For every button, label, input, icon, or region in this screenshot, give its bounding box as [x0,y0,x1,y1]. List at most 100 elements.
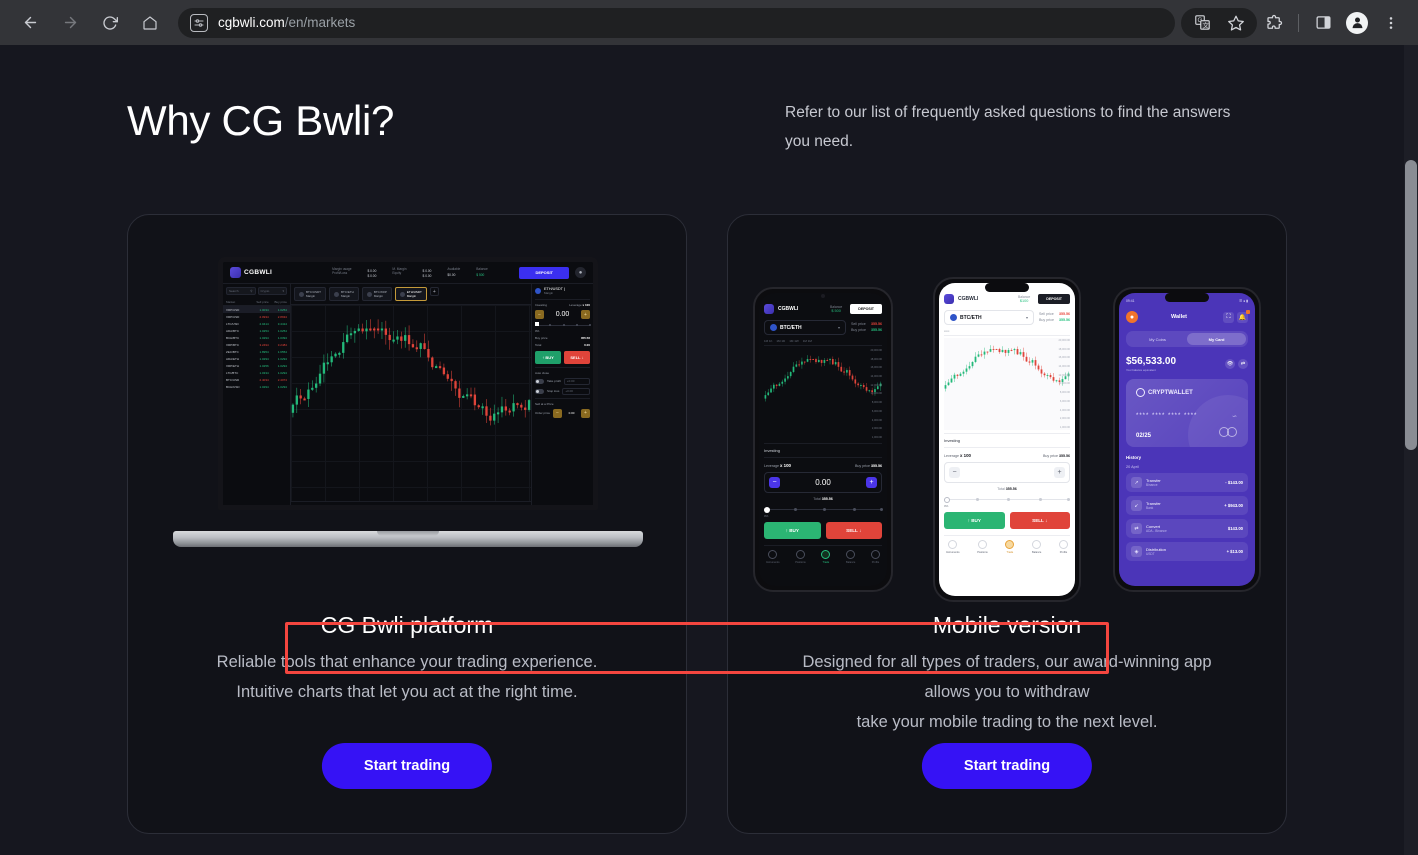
address-bar[interactable]: cgbwli.com/en/markets [178,7,1175,38]
mobile-amount-slider[interactable] [944,496,1071,504]
stop-loss-input[interactable]: +0.00 [562,387,590,395]
increment-button[interactable]: + [581,310,590,319]
profile-avatar-icon[interactable] [1342,8,1372,38]
nav-item-balance[interactable]: Balance [846,550,855,564]
add-instrument-button[interactable]: + [429,287,439,296]
sell-button[interactable]: SELL ↓ [1009,512,1070,529]
sell-button[interactable]: SELL ↓ [825,522,882,539]
wallet-tabs[interactable]: My Coins My Card [1126,331,1248,347]
stop-loss-row[interactable]: Stop loss +0.00 [535,387,590,395]
market-row[interactable]: XRP/BTC 3.2494 3.2484 [223,341,290,348]
nav-item-instruments[interactable]: Instruments [766,550,780,564]
increment-button[interactable]: + [1054,467,1065,478]
nav-item-positions[interactable]: Positions [977,540,988,554]
mobile-timeframes[interactable]: ▪▪▪▪▪ [944,329,1070,336]
platform-account-icon[interactable]: ● [575,267,586,278]
order-price-decrement[interactable]: − [553,408,563,418]
instrument-tab[interactable]: BTC/USDT Margin [294,287,326,301]
transaction-row[interactable]: ↙ Transfer Bank + $943.00 [1126,496,1248,515]
market-row[interactable]: BTC/USD 2.4034 2.4074 [223,376,290,383]
take-profit-row[interactable]: Take profit +0.00 [535,377,590,385]
slider-knob[interactable] [944,496,950,503]
side-panel-icon[interactable] [1308,8,1338,38]
market-row[interactable]: BCH/USD 1.0294 1.0294 [223,383,290,390]
mobile-bottom-nav[interactable]: Instruments Positions Trade Balance Profile [764,545,882,564]
decrement-button[interactable]: − [769,477,780,488]
decrement-button[interactable]: − [535,310,544,319]
transaction-row[interactable]: ↗ Transfer Binance - $143.00 [1126,473,1248,492]
nav-item-trade[interactable]: Trade [1005,540,1015,554]
market-row[interactable]: BCH/BTC 1.0294 1.0394 [223,334,290,341]
bookmark-star-icon[interactable] [1221,8,1251,38]
scrollbar-thumb[interactable] [1405,160,1417,450]
sell-button[interactable]: SELL ↓ [564,350,590,364]
platform-deposit-button[interactable]: DEPOSIT [519,266,569,279]
market-filter-select[interactable]: Crypto ▾ [257,287,287,295]
instrument-tab[interactable]: BTC/ETH Margin [329,287,359,301]
site-settings-icon[interactable] [190,13,208,32]
mobile-amount-slider[interactable] [764,506,883,514]
nav-item-profile[interactable]: Profile [870,550,880,564]
amount-stepper[interactable]: − 0.00 + [535,310,590,319]
translate-icon[interactable]: G文 [1187,8,1217,38]
start-trading-button-mobile[interactable]: Start trading [921,743,1093,789]
forward-arrow-icon[interactable] [55,8,85,38]
market-row[interactable]: ADA/ETH 1.0294 1.0294 [223,355,290,362]
amount-slider[interactable] [535,322,591,328]
mobile-amount-stepper[interactable]: − 0.00 + [764,472,882,493]
scan-icon[interactable]: ⛶ [1223,311,1234,323]
mobile-pair-select[interactable]: BTC/ETH ▾ [764,320,847,335]
mobile-deposit-button[interactable]: DEPOSIT [850,304,882,314]
tab-pending-orders[interactable]: Pending orders [342,504,373,505]
nav-item-instruments[interactable]: Instruments [946,540,960,554]
tab-closed-positions[interactable]: Closed Positions [375,504,409,505]
tab-open-positions[interactable]: Open positions [309,504,340,505]
start-trading-button-platform[interactable]: Start trading [321,743,493,789]
nav-item-balance[interactable]: Balance [1032,540,1041,554]
market-row[interactable]: XRP/USD 1.0034 1.0254 [223,306,290,313]
mobile-pair-select[interactable]: BTC/ETH ▾ [944,310,1035,325]
mobile-bottom-nav[interactable]: Instruments Positions Trade Balance Profile [944,535,1070,554]
decrement-button[interactable]: − [949,467,960,478]
instrument-tab[interactable]: BTC/XRP Margin [361,287,392,301]
mobile-deposit-button[interactable]: DEPOSIT [1038,294,1070,304]
reload-icon[interactable] [95,8,125,38]
mobile-amount-stepper[interactable]: − + [944,462,1070,483]
take-profit-toggle[interactable] [535,378,544,384]
market-search-input[interactable]: Search ⚲ [226,287,256,295]
order-price-increment[interactable]: + [581,408,590,418]
slider-knob[interactable] [764,506,770,513]
increment-button[interactable]: + [865,477,877,488]
eye-icon[interactable]: 👁 [1225,359,1235,369]
market-row[interactable]: ZEC/BTC 1.8954 1.6554 [223,348,290,355]
stop-loss-toggle[interactable] [535,388,544,394]
avatar[interactable]: ● [1126,311,1138,323]
order-price-row[interactable]: Order price − 0.00 + [535,408,590,418]
nav-item-positions[interactable]: Positions [795,550,806,564]
market-row[interactable]: ADA/BTC 1.0254 1.0254 [223,327,290,334]
collapse-icon[interactable]: ^ [295,504,307,505]
nav-item-trade[interactable]: Trade [821,550,831,564]
market-row[interactable]: XRP/ETH 1.0256 1.0294 [223,362,290,369]
tab-my-coins[interactable]: My Coins [1128,333,1187,345]
instrument-tab-active[interactable]: ETH/USDT Margin [394,287,427,301]
market-row[interactable]: XRP/USD 2.0934 2.8934 [223,313,290,320]
extensions-puzzle-icon[interactable] [1259,8,1289,38]
credit-card[interactable]: CRYPTWALLET **** **** **** **** ∽ 02/25 [1126,379,1248,447]
page-scrollbar[interactable] [1404,45,1418,855]
slider-knob[interactable] [535,322,539,326]
home-icon[interactable] [135,8,165,38]
tab-my-card[interactable]: My Card [1187,333,1246,345]
transaction-row[interactable]: ◈ Distribution USDT + $13.00 [1126,542,1248,561]
mobile-timeframes[interactable]: 1M 1h 1M 1D 1M 1W 1M 1M [764,339,882,346]
kebab-menu-icon[interactable] [1376,8,1406,38]
market-row[interactable]: LTC/BTC 1.0334 1.0294 [223,369,290,376]
buy-button[interactable]: ↑ BUY [944,512,1005,529]
nav-item-profile[interactable]: Profile [1058,540,1068,554]
bell-icon[interactable]: 🔔 [1237,309,1250,323]
back-arrow-icon[interactable] [15,8,45,38]
take-profit-input[interactable]: +0.00 [563,377,590,385]
buy-button[interactable]: ↑ BUY [764,522,821,539]
market-row[interactable]: LTC/USD 2.0414 3.4414 [223,320,290,327]
buy-button[interactable]: ↑ BUY [535,350,561,364]
